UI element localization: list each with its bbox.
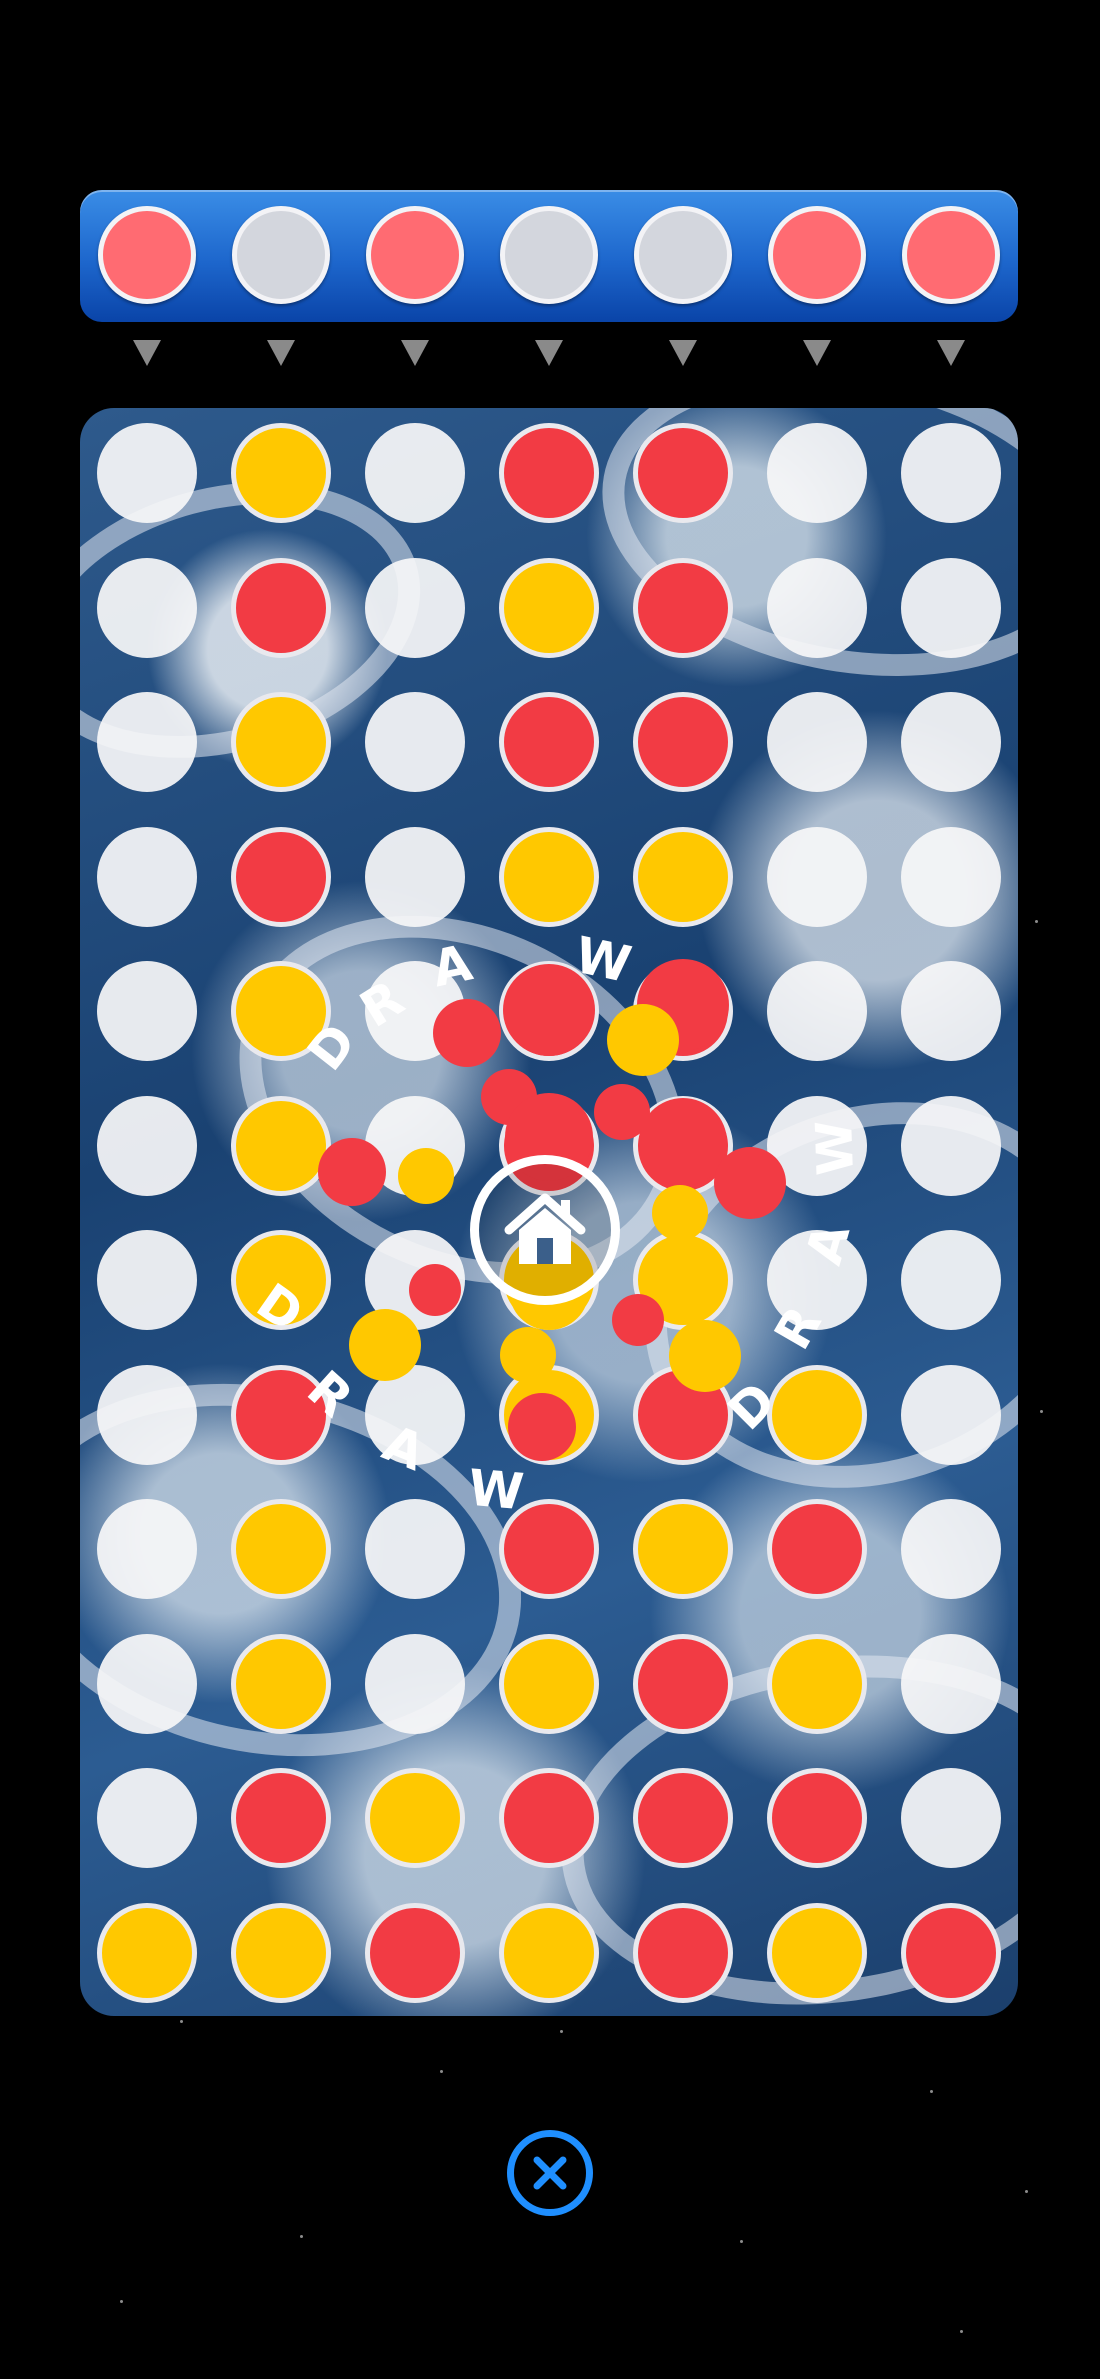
cell-r6-c7 — [901, 1095, 1001, 1196]
preview-disc-6[interactable] — [768, 206, 866, 304]
preview-disc-3[interactable] — [366, 206, 464, 304]
cell-r4-c4 — [499, 826, 599, 927]
cell-r1-c5 — [633, 423, 733, 523]
cell-r4-c5 — [633, 826, 733, 927]
cell-r1-c1 — [97, 423, 197, 523]
cell-r3-c7 — [901, 692, 1001, 792]
cell-r2-c7 — [901, 557, 1001, 658]
cell-r4-c2 — [231, 826, 331, 927]
cell-r3-c2 — [231, 692, 331, 792]
draw-letter-2-4: W — [465, 1458, 527, 1522]
cell-r2-c6 — [767, 557, 867, 658]
cell-r8-c7 — [901, 1364, 1001, 1465]
cell-r3-c1 — [97, 692, 197, 792]
cell-r10-c6 — [767, 1633, 867, 1734]
preview-disc-1[interactable] — [98, 206, 196, 304]
cell-r9-c3 — [365, 1499, 465, 1599]
cell-r9-c6 — [767, 1499, 867, 1599]
home-button[interactable] — [470, 1155, 620, 1305]
cell-r3-c3 — [365, 692, 465, 792]
cell-r5-c6 — [767, 961, 867, 1061]
column-arrow-6[interactable] — [803, 340, 831, 366]
cell-r3-c6 — [767, 692, 867, 792]
preview-disc-7[interactable] — [902, 206, 1000, 304]
cell-r8-c4 — [499, 1364, 599, 1465]
home-icon — [504, 1193, 586, 1264]
cell-r5-c1 — [97, 961, 197, 1061]
cell-r11-c4 — [499, 1768, 599, 1868]
cell-r11-c6 — [767, 1768, 867, 1868]
column-arrow-5[interactable] — [669, 340, 697, 366]
cell-r2-c3 — [365, 557, 465, 658]
cell-r2-c4 — [499, 557, 599, 658]
preview-disc-4[interactable] — [500, 206, 598, 304]
cell-r6-c3 — [365, 1095, 465, 1196]
cell-r11-c2 — [231, 1768, 331, 1868]
cell-r11-c3 — [365, 1768, 465, 1868]
draw-letter-1-4: W — [569, 925, 637, 995]
column-preview-bar — [80, 190, 1018, 322]
cell-r7-c1 — [97, 1230, 197, 1330]
cell-r2-c5 — [633, 557, 733, 658]
cell-r2-c2 — [231, 557, 331, 658]
cell-r5-c7 — [901, 961, 1001, 1061]
cell-r1-c6 — [767, 423, 867, 523]
cell-r10-c3 — [365, 1633, 465, 1734]
cell-r8-c1 — [97, 1364, 197, 1465]
cell-r5-c5 — [633, 961, 733, 1061]
cell-r7-c5 — [633, 1230, 733, 1330]
cell-r11-c5 — [633, 1768, 733, 1868]
cell-r7-c7 — [901, 1230, 1001, 1330]
cell-r4-c6 — [767, 826, 867, 927]
cell-r10-c5 — [633, 1633, 733, 1734]
cell-r9-c5 — [633, 1499, 733, 1599]
preview-disc-5[interactable] — [634, 206, 732, 304]
cell-r1-c4 — [499, 423, 599, 523]
cell-r10-c4 — [499, 1633, 599, 1734]
cell-r10-c1 — [97, 1633, 197, 1734]
cell-r12-c2 — [231, 1902, 331, 2003]
cell-r4-c1 — [97, 826, 197, 927]
cell-r12-c6 — [767, 1902, 867, 2003]
cell-r12-c5 — [633, 1902, 733, 2003]
cell-r4-c7 — [901, 826, 1001, 927]
cell-r6-c1 — [97, 1095, 197, 1196]
cell-r7-c3 — [365, 1230, 465, 1330]
preview-disc-2[interactable] — [232, 206, 330, 304]
draw-letter-3-4: W — [805, 1119, 865, 1177]
draw-letter-1-3: A — [427, 933, 477, 999]
cell-r10-c2 — [231, 1633, 331, 1734]
cell-r1-c2 — [231, 423, 331, 523]
cell-r12-c7 — [901, 1902, 1001, 2003]
cell-r12-c4 — [499, 1902, 599, 2003]
cell-r9-c2 — [231, 1499, 331, 1599]
cell-r2-c1 — [97, 557, 197, 658]
cell-r11-c7 — [901, 1768, 1001, 1868]
cell-r9-c7 — [901, 1499, 1001, 1599]
cell-r1-c3 — [365, 423, 465, 523]
close-button[interactable] — [507, 2130, 593, 2216]
cell-r11-c1 — [97, 1768, 197, 1868]
column-arrow-2[interactable] — [267, 340, 295, 366]
cell-r4-c3 — [365, 826, 465, 927]
cell-r3-c5 — [633, 692, 733, 792]
column-arrow-7[interactable] — [937, 340, 965, 366]
column-arrow-1[interactable] — [133, 340, 161, 366]
cell-r3-c4 — [499, 692, 599, 792]
cell-r6-c5 — [633, 1095, 733, 1196]
cell-r12-c1 — [97, 1902, 197, 2003]
close-icon — [533, 2156, 567, 2190]
cell-r12-c3 — [365, 1902, 465, 2003]
column-arrow-4[interactable] — [535, 340, 563, 366]
column-arrow-3[interactable] — [401, 340, 429, 366]
cell-r10-c7 — [901, 1633, 1001, 1734]
cell-r6-c2 — [231, 1095, 331, 1196]
cell-r9-c1 — [97, 1499, 197, 1599]
cell-r1-c7 — [901, 423, 1001, 523]
